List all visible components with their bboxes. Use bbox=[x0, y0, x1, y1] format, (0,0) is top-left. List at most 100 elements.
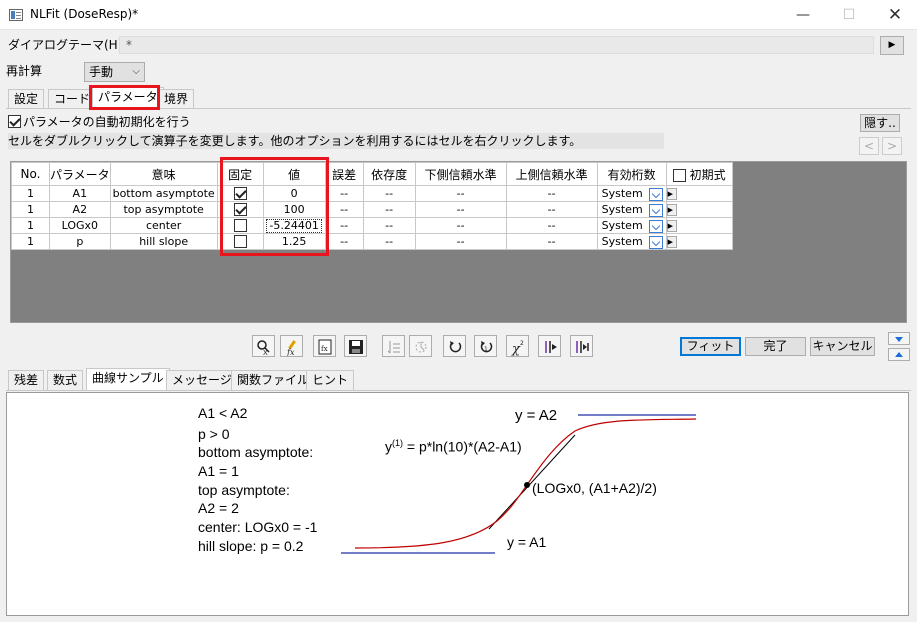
cell-dependency[interactable]: -- bbox=[362, 233, 416, 250]
fixed-checkbox[interactable] bbox=[233, 219, 247, 233]
cell-error[interactable]: -- bbox=[324, 201, 364, 218]
row-menu-arrow-icon[interactable]: ▶ bbox=[667, 188, 677, 200]
header-sig-digits[interactable]: 有効桁数 bbox=[596, 162, 667, 186]
cancel-button[interactable]: キャンセル bbox=[810, 337, 875, 356]
cell-fixed[interactable] bbox=[216, 185, 264, 202]
tab-function-file[interactable]: 関数ファイル bbox=[231, 370, 316, 390]
cell-sig-digits[interactable]: System bbox=[596, 185, 667, 202]
cell-no[interactable]: 1 bbox=[11, 217, 50, 234]
tab-hints[interactable]: ヒント bbox=[306, 370, 355, 390]
hide-button[interactable]: 隠す.. bbox=[860, 114, 900, 132]
cell-error[interactable]: -- bbox=[324, 217, 364, 234]
collapse-panel-button[interactable] bbox=[888, 332, 910, 345]
cell-lower-cl[interactable]: -- bbox=[414, 233, 507, 250]
cell-error[interactable]: -- bbox=[324, 185, 364, 202]
cell-meaning[interactable]: bottom asymptote bbox=[109, 185, 218, 202]
row-menu-arrow-icon[interactable]: ▶ bbox=[667, 220, 677, 232]
save-icon-button[interactable] bbox=[344, 335, 367, 357]
sort-params-icon-button[interactable] bbox=[382, 335, 405, 357]
tab-code[interactable]: コード bbox=[48, 89, 97, 109]
header-parameter[interactable]: パラメータ bbox=[49, 162, 111, 186]
one-iteration-icon-button[interactable]: 1 bbox=[474, 335, 497, 357]
cell-value[interactable]: 1.25 bbox=[262, 233, 326, 250]
find-x-icon-button[interactable]: X bbox=[252, 335, 275, 357]
cell-upper-cl[interactable]: -- bbox=[505, 217, 598, 234]
done-button[interactable]: 完了 bbox=[745, 337, 806, 356]
auto-init-checkbox[interactable] bbox=[8, 115, 21, 128]
header-value[interactable]: 値 bbox=[262, 162, 326, 186]
theme-menu-arrow-button[interactable]: ▶ bbox=[880, 36, 904, 55]
cell-value[interactable]: -5.24401 bbox=[262, 217, 326, 234]
chevron-down-icon[interactable] bbox=[648, 220, 663, 233]
cell-lower-cl[interactable]: -- bbox=[414, 201, 507, 218]
chevron-down-icon[interactable] bbox=[648, 236, 663, 249]
chevron-down-icon[interactable] bbox=[648, 204, 663, 217]
tab-curve-sample[interactable]: 曲線サンプル bbox=[86, 368, 170, 391]
cell-fixed[interactable] bbox=[216, 217, 264, 234]
cell-fixed[interactable] bbox=[216, 201, 264, 218]
tab-formula[interactable]: 数式 bbox=[47, 370, 84, 390]
cell-no[interactable]: 1 bbox=[11, 233, 50, 250]
cell-value[interactable]: 100 bbox=[262, 201, 326, 218]
header-meaning[interactable]: 意味 bbox=[109, 162, 218, 186]
cell-lower-cl[interactable]: -- bbox=[414, 217, 507, 234]
cell-init-formula[interactable]: ▶ bbox=[665, 201, 733, 218]
tab-bounds[interactable]: 境界 bbox=[158, 89, 195, 109]
cell-init-formula[interactable]: ▶ bbox=[665, 233, 733, 250]
fixed-checkbox[interactable] bbox=[233, 187, 247, 201]
prev-button[interactable]: < bbox=[859, 137, 879, 155]
header-error[interactable]: 誤差 bbox=[324, 162, 364, 186]
theme-input[interactable]: * bbox=[119, 36, 874, 54]
header-lower-cl[interactable]: 下側信頼水準 bbox=[414, 162, 507, 186]
cell-dependency[interactable]: -- bbox=[362, 201, 416, 218]
cell-upper-cl[interactable]: -- bbox=[505, 201, 598, 218]
close-button[interactable]: ✕ bbox=[872, 0, 917, 30]
header-fixed[interactable]: 固定 bbox=[216, 162, 264, 186]
fit-until-converged-icon-button[interactable] bbox=[570, 335, 593, 357]
recalc-select[interactable]: 手動 ⌵ bbox=[84, 62, 145, 82]
next-button[interactable]: > bbox=[882, 137, 902, 155]
tab-messages[interactable]: メッセージ bbox=[166, 370, 238, 390]
maximize-button[interactable]: ☐ bbox=[826, 0, 872, 30]
row-menu-arrow-icon[interactable]: ▶ bbox=[667, 204, 677, 216]
cell-dependency[interactable]: -- bbox=[362, 185, 416, 202]
cell-parameter[interactable]: LOGx0 bbox=[49, 217, 111, 234]
cell-error[interactable]: -- bbox=[324, 233, 364, 250]
cell-no[interactable]: 1 bbox=[11, 201, 50, 218]
cell-lower-cl[interactable]: -- bbox=[414, 185, 507, 202]
cell-meaning[interactable]: center bbox=[109, 217, 218, 234]
cell-upper-cl[interactable]: -- bbox=[505, 233, 598, 250]
cell-dependency[interactable]: -- bbox=[362, 217, 416, 234]
edit-function-icon-button[interactable]: fx bbox=[280, 335, 303, 357]
undo-iteration-icon-button[interactable] bbox=[443, 335, 466, 357]
cell-meaning[interactable]: hill slope bbox=[109, 233, 218, 250]
cell-parameter[interactable]: p bbox=[49, 233, 111, 250]
expand-panel-button[interactable] bbox=[888, 348, 910, 361]
header-dependency[interactable]: 依存度 bbox=[362, 162, 416, 186]
cell-no[interactable]: 1 bbox=[11, 185, 50, 202]
fixed-checkbox[interactable] bbox=[233, 203, 247, 217]
row-menu-arrow-icon[interactable]: ▶ bbox=[667, 236, 677, 248]
header-no[interactable]: No. bbox=[11, 162, 50, 186]
header-upper-cl[interactable]: 上側信頼水準 bbox=[505, 162, 598, 186]
minimize-button[interactable]: — bbox=[780, 0, 826, 30]
cell-upper-cl[interactable]: -- bbox=[505, 185, 598, 202]
tab-settings[interactable]: 設定 bbox=[8, 89, 45, 109]
cell-sig-digits[interactable]: System bbox=[596, 217, 667, 234]
init-params-icon-button[interactable] bbox=[409, 335, 432, 357]
cell-parameter[interactable]: A1 bbox=[49, 185, 111, 202]
fit-button[interactable]: フィット bbox=[680, 337, 741, 356]
fixed-checkbox[interactable] bbox=[233, 235, 247, 249]
cell-value[interactable]: 0 bbox=[262, 185, 326, 202]
cell-sig-digits[interactable]: System bbox=[596, 233, 667, 250]
chevron-down-icon[interactable] bbox=[648, 188, 663, 201]
cell-meaning[interactable]: top asymptote bbox=[109, 201, 218, 218]
chi-square-icon-button[interactable]: χ2 bbox=[506, 335, 529, 357]
cell-sig-digits[interactable]: System bbox=[596, 201, 667, 218]
cell-fixed[interactable] bbox=[216, 233, 264, 250]
tab-residuals[interactable]: 残差 bbox=[8, 370, 45, 390]
cell-init-formula[interactable]: ▶ bbox=[665, 217, 733, 234]
function-file-icon-button[interactable]: fx bbox=[313, 335, 336, 357]
header-init-formula[interactable]: 初期式 bbox=[665, 162, 733, 186]
cell-init-formula[interactable]: ▶ bbox=[665, 185, 733, 202]
